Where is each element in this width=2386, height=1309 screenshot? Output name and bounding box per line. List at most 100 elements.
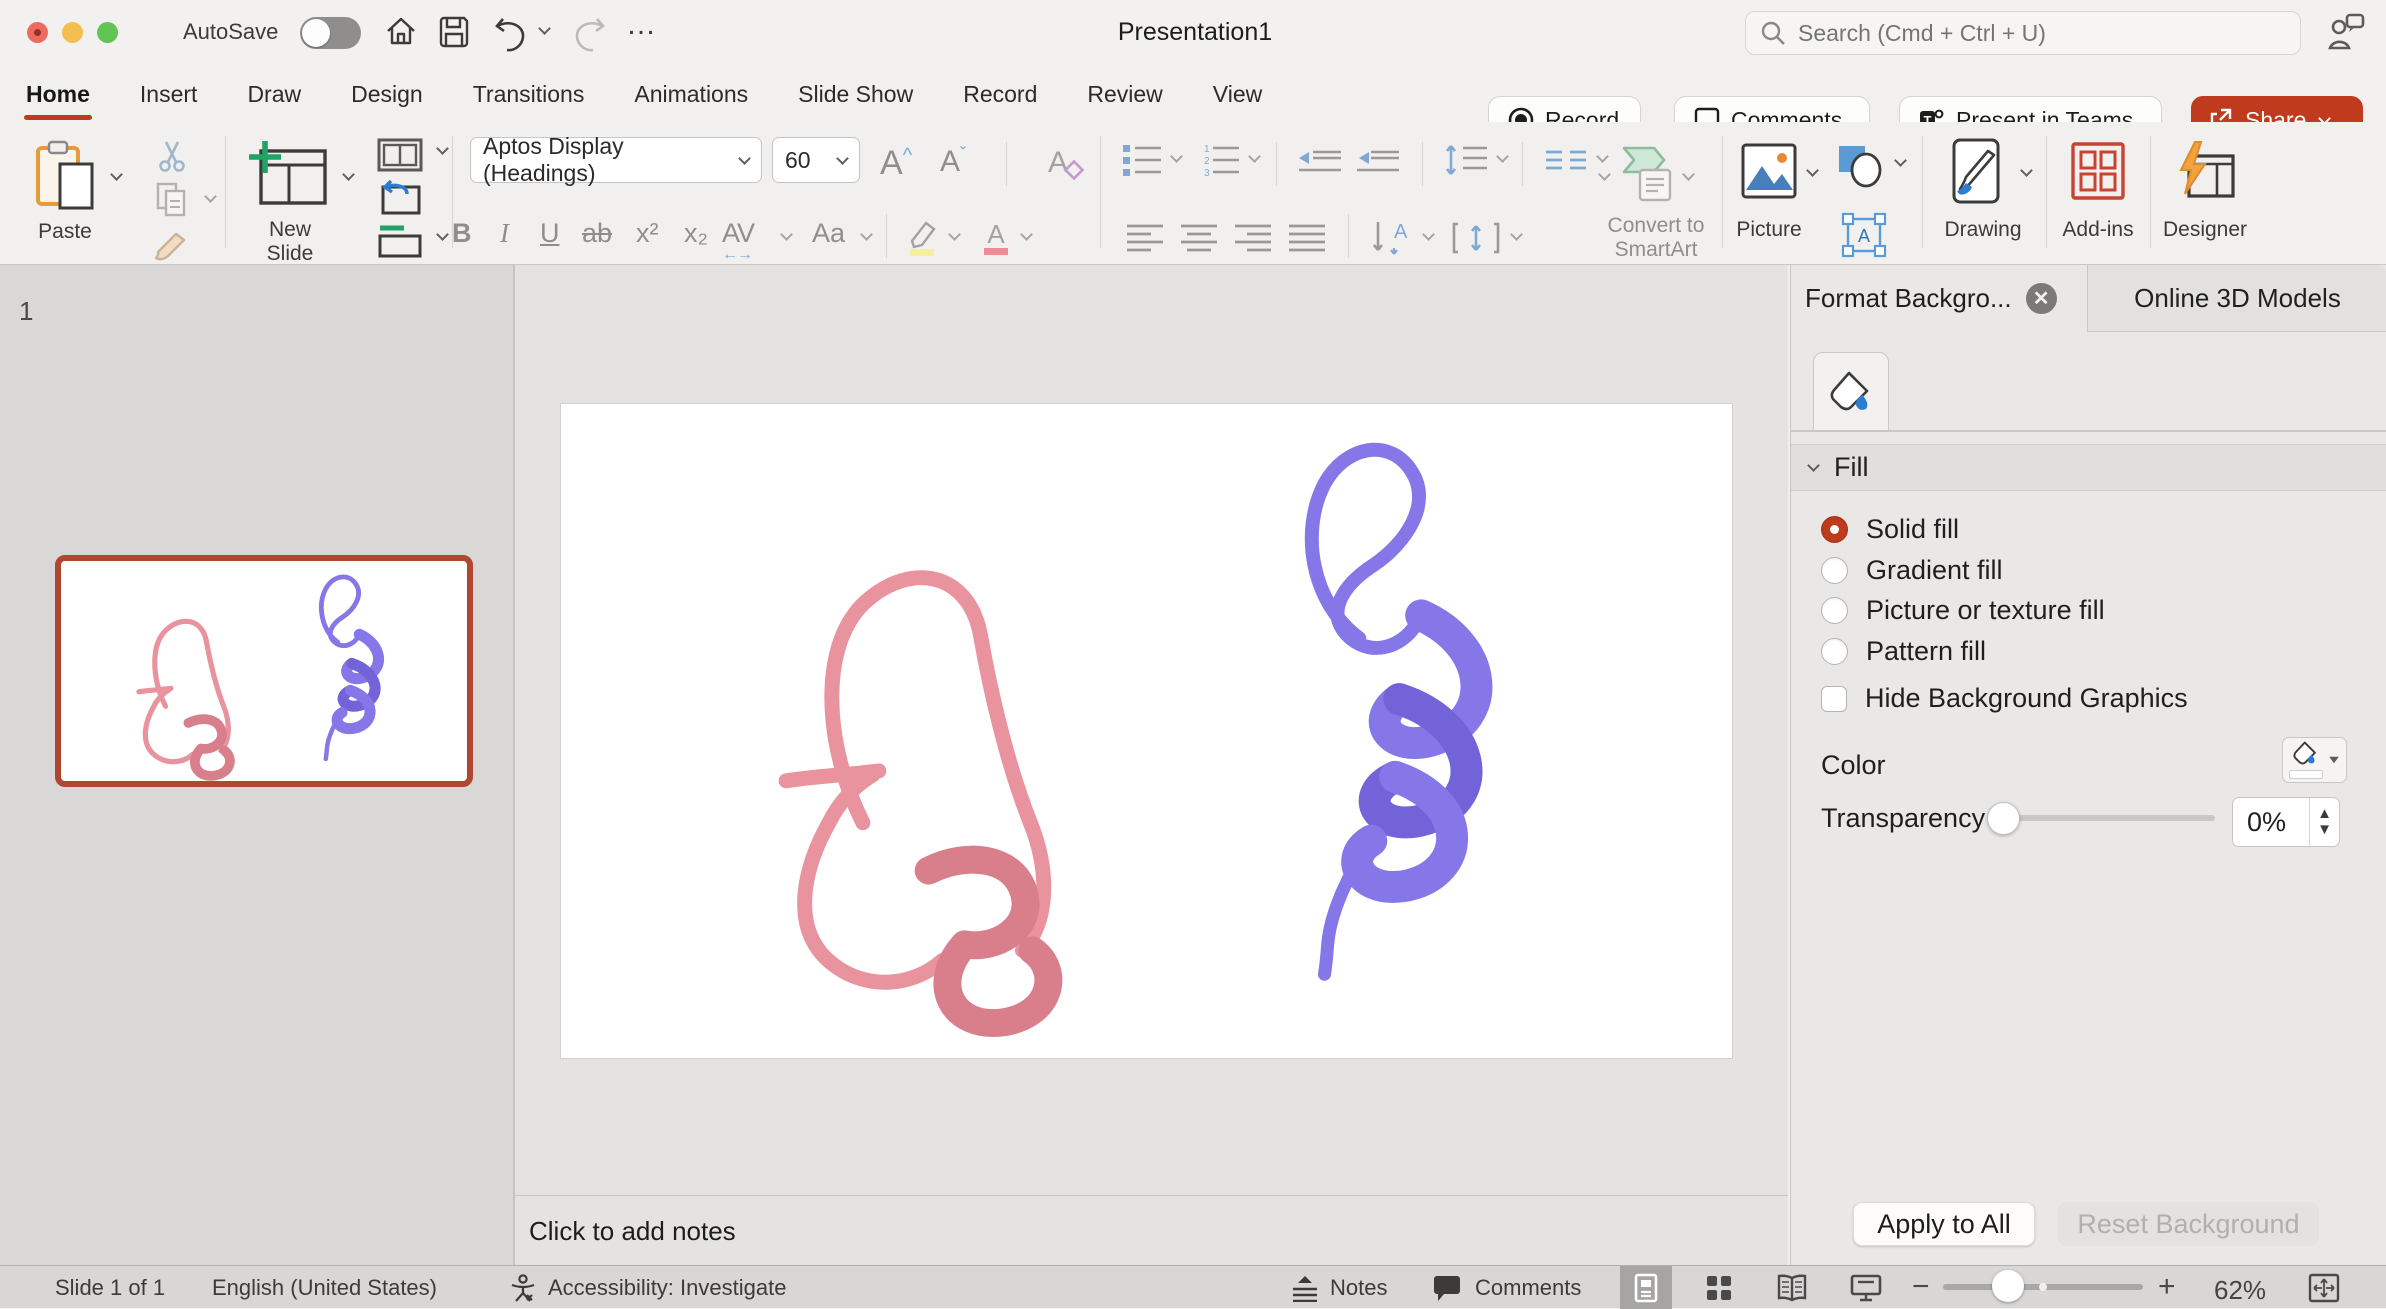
drawing-chevron-icon[interactable]	[2020, 164, 2033, 177]
user-feedback-icon[interactable]	[2326, 12, 2366, 54]
search-input[interactable]	[1798, 20, 2278, 47]
background-color-button[interactable]	[2282, 737, 2347, 783]
undo-icon[interactable]	[492, 15, 528, 53]
gradient-fill-radio[interactable]	[1821, 557, 1848, 584]
paste-chevron-icon[interactable]	[110, 168, 123, 181]
notes-placeholder[interactable]: Click to add notes	[529, 1216, 736, 1247]
solid-fill-radio[interactable]	[1821, 516, 1848, 543]
drawing-button[interactable]	[1944, 136, 2014, 208]
undo-dropdown-chevron-icon[interactable]	[538, 22, 551, 35]
color-dropdown-arrow-icon	[2329, 757, 2339, 763]
slide-thumbnail[interactable]	[55, 555, 473, 787]
reset-slide-icon	[377, 179, 423, 215]
picture-texture-fill-option[interactable]: Picture or texture fill	[1821, 595, 2105, 626]
subscript-button: x₂	[684, 218, 708, 249]
pattern-fill-option[interactable]: Pattern fill	[1821, 636, 1986, 667]
tab-insert[interactable]: Insert	[140, 77, 198, 112]
layout-chevron-icon[interactable]	[436, 142, 449, 155]
transparency-spinner[interactable]: 0% ▲▼	[2232, 797, 2340, 847]
gradient-fill-label: Gradient fill	[1866, 555, 2003, 586]
fill-bucket-tab[interactable]	[1813, 352, 1889, 430]
slide-layout-button[interactable]	[372, 136, 428, 174]
slide-canvas[interactable]	[560, 403, 1733, 1059]
tab-online-3d-models[interactable]: Online 3D Models	[2087, 265, 2386, 332]
search-box[interactable]	[1745, 11, 2301, 55]
autosave-toggle[interactable]	[300, 17, 361, 49]
tab-slide-show[interactable]: Slide Show	[798, 77, 913, 112]
tab-draw[interactable]: Draw	[247, 77, 301, 112]
designer-button[interactable]	[2170, 138, 2240, 204]
zoom-in-icon[interactable]: +	[2158, 1270, 2176, 1304]
tab-view[interactable]: View	[1213, 77, 1262, 112]
fill-section-header[interactable]: Fill	[1791, 444, 2386, 491]
section-button[interactable]	[372, 222, 428, 260]
picture-icon	[1740, 142, 1798, 200]
font-size-combo[interactable]: 60	[772, 137, 860, 183]
reading-view-button[interactable]	[1767, 1266, 1817, 1309]
accessibility-status[interactable]: Accessibility: Investigate	[548, 1275, 786, 1301]
gradient-fill-option[interactable]: Gradient fill	[1821, 555, 2003, 586]
zoom-percentage[interactable]: 62%	[2214, 1275, 2266, 1306]
solid-fill-option[interactable]: Solid fill	[1821, 514, 1959, 545]
close-window-button[interactable]	[27, 22, 48, 43]
home-icon[interactable]	[384, 15, 418, 49]
highlight-chevron-icon	[948, 228, 961, 241]
close-panel-icon[interactable]: ✕	[2026, 283, 2057, 314]
title-bar: AutoSave … Presentation1	[0, 0, 2386, 66]
hide-background-graphics-option[interactable]: Hide Background Graphics	[1821, 683, 2188, 714]
tab-home[interactable]: Home	[26, 77, 90, 112]
picture-texture-fill-radio[interactable]	[1821, 597, 1848, 624]
hide-background-graphics-checkbox[interactable]	[1821, 686, 1847, 712]
spinner-down-icon[interactable]: ▼	[2317, 824, 2332, 836]
zoom-window-button[interactable]	[97, 22, 118, 43]
slideshow-view-button[interactable]	[1841, 1266, 1891, 1309]
slide-counter[interactable]: Slide 1 of 1	[55, 1275, 165, 1301]
transparency-slider-thumb[interactable]	[1987, 802, 2020, 835]
text-direction-icon: A	[1370, 220, 1414, 256]
tab-design[interactable]: Design	[351, 77, 423, 112]
tab-animations[interactable]: Animations	[634, 77, 748, 112]
text-box-button[interactable]: A	[1838, 210, 1890, 260]
apply-to-all-button[interactable]: Apply to All	[1853, 1202, 2035, 1246]
tab-transitions[interactable]: Transitions	[473, 77, 585, 112]
shrink-font-button: Aˇ	[940, 144, 966, 179]
section-chevron-icon[interactable]	[436, 228, 449, 241]
paint-bucket-icon	[1829, 369, 1873, 415]
slides-thumbnail-pane: 1	[0, 265, 514, 1265]
fit-to-window-icon[interactable]	[2308, 1273, 2340, 1303]
slide-3d-models[interactable]	[561, 404, 1732, 1058]
language-indicator[interactable]: English (United States)	[212, 1275, 437, 1301]
notes-toggle[interactable]: Notes	[1330, 1275, 1387, 1301]
more-commands-icon[interactable]: …	[626, 8, 656, 42]
addins-button[interactable]	[2066, 138, 2130, 204]
svg-text:A: A	[1048, 146, 1068, 179]
slide-thumbnail-preview	[61, 561, 467, 787]
save-icon[interactable]	[438, 15, 470, 49]
picture-button[interactable]	[1738, 140, 1800, 202]
paste-button[interactable]	[30, 138, 100, 216]
font-name-combo[interactable]: Aptos Display (Headings)	[470, 137, 762, 183]
zoom-slider-thumb[interactable]	[1992, 1270, 2024, 1302]
slide-sorter-view-button[interactable]	[1694, 1266, 1744, 1309]
tab-review[interactable]: Review	[1087, 77, 1162, 112]
normal-view-button[interactable]	[1620, 1266, 1672, 1309]
comments-toggle[interactable]: Comments	[1475, 1275, 1581, 1301]
font-size-value: 60	[785, 147, 811, 174]
new-slide-chevron-icon[interactable]	[342, 168, 355, 181]
spinner-up-icon[interactable]: ▲	[2317, 808, 2332, 820]
minimize-window-button[interactable]	[62, 22, 83, 43]
notes-pane[interactable]: Click to add notes	[515, 1195, 1788, 1265]
picture-chevron-icon[interactable]	[1806, 164, 1819, 177]
transparency-spinner-arrows[interactable]: ▲▼	[2309, 798, 2339, 846]
picture-texture-fill-label: Picture or texture fill	[1866, 595, 2105, 626]
shapes-chevron-icon[interactable]	[1894, 154, 1907, 167]
reset-slide-button[interactable]	[372, 178, 428, 216]
transparency-slider-track[interactable]	[1987, 815, 2215, 821]
shapes-button[interactable]	[1832, 140, 1888, 190]
tab-format-background[interactable]: Format Backgro... ✕	[1791, 265, 2086, 332]
pattern-fill-radio[interactable]	[1821, 638, 1848, 665]
new-slide-button[interactable]	[244, 136, 336, 214]
zoom-out-icon[interactable]: −	[1912, 1270, 1930, 1304]
columns-chevron-icon	[1596, 150, 1609, 163]
tab-record[interactable]: Record	[963, 77, 1037, 112]
